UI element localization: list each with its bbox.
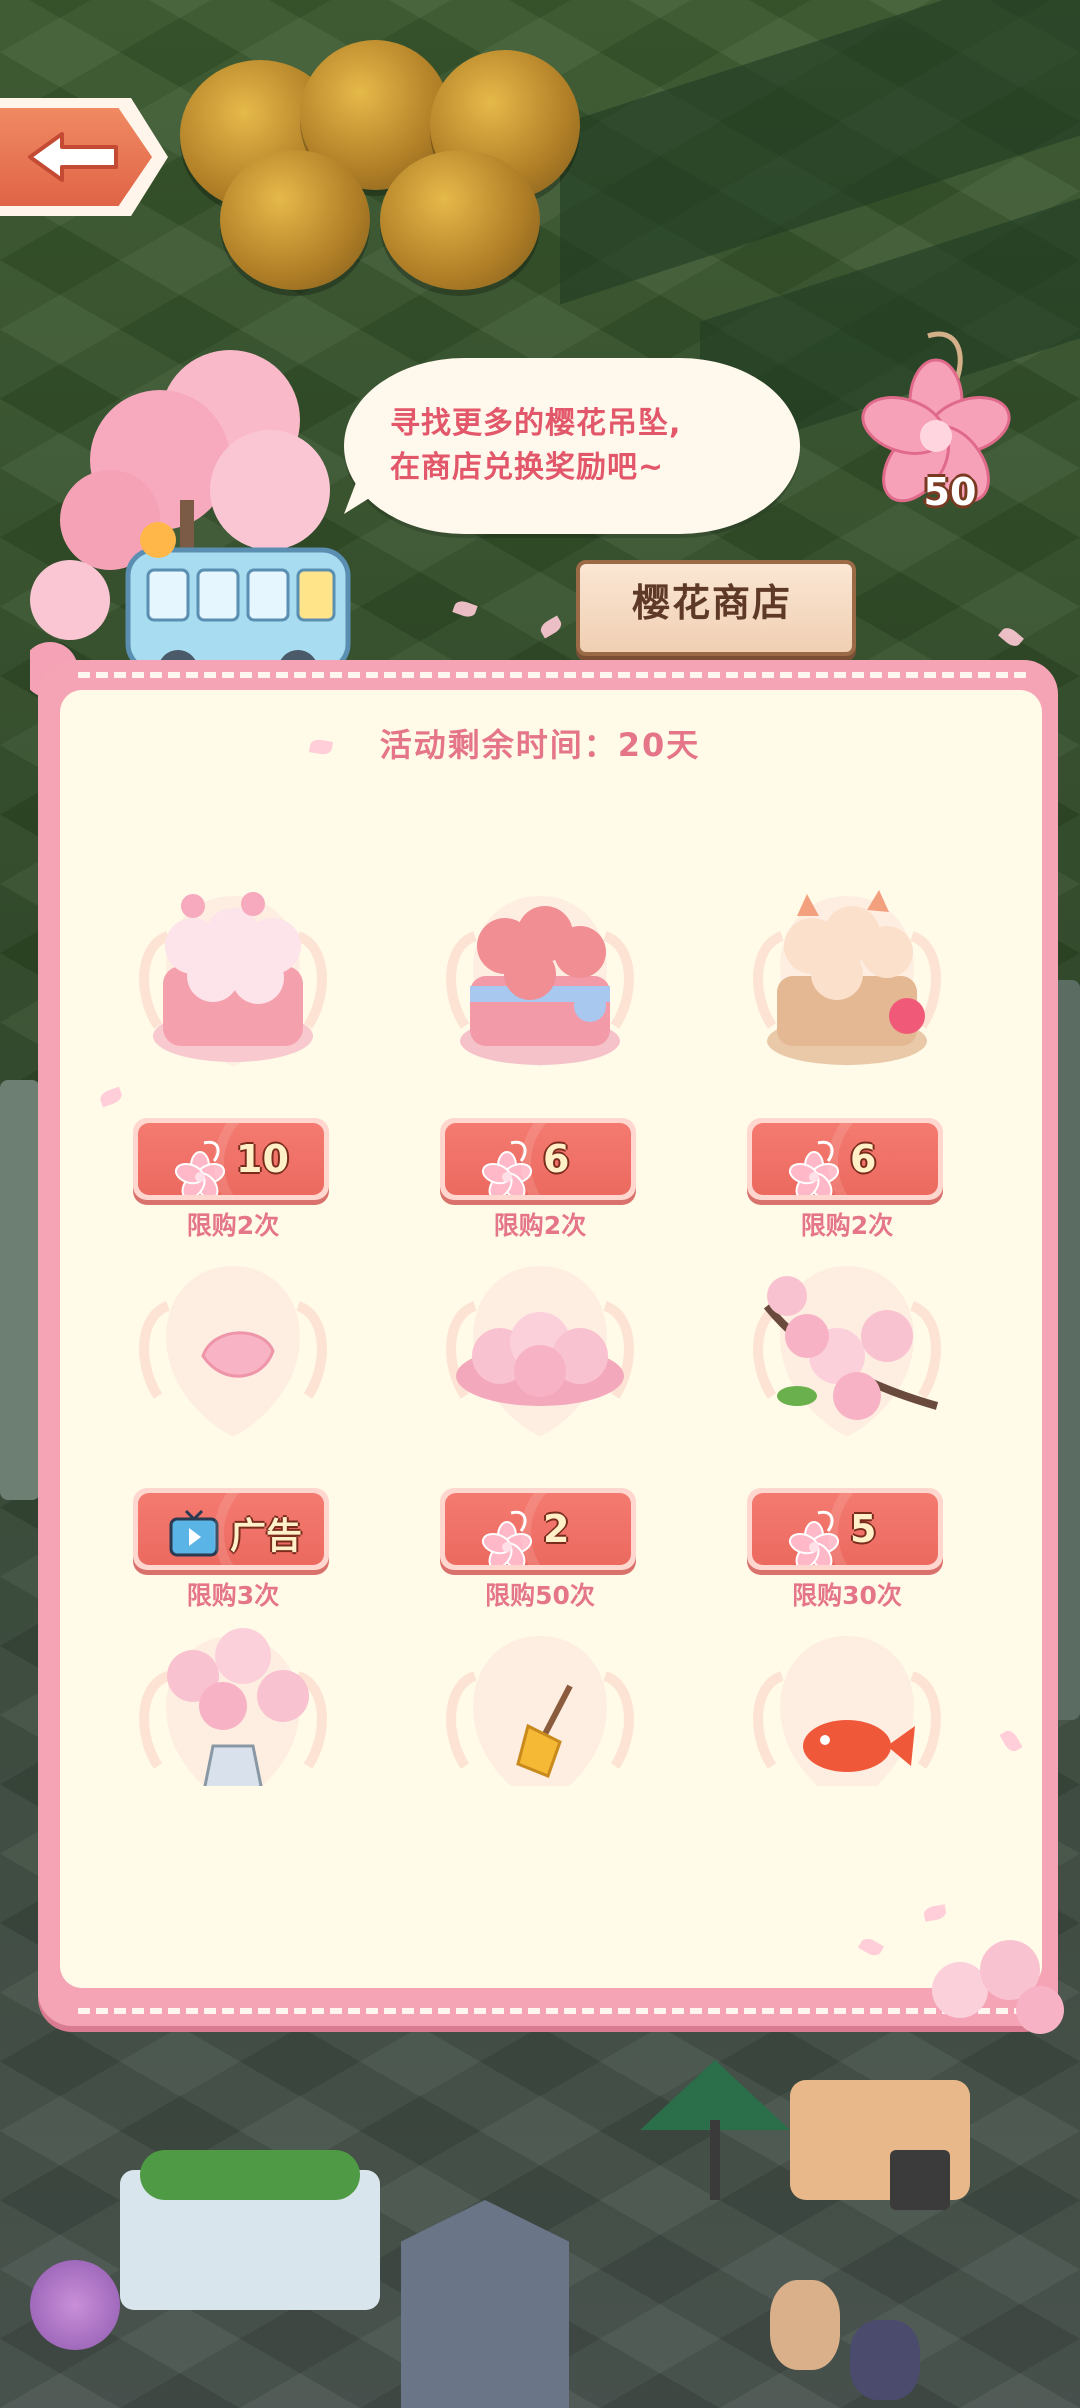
currency-count: 50 — [923, 470, 977, 514]
buy-button[interactable]: 5 — [747, 1488, 943, 1570]
buy-button[interactable]: 2 — [440, 1488, 636, 1570]
tv-icon — [169, 1509, 219, 1557]
panel-dash-bottom — [78, 2008, 1026, 2014]
watch-ad-button[interactable]: 广告 — [133, 1488, 329, 1570]
sakura-pendant-icon — [174, 1140, 229, 1195]
shop-item-broom[interactable] — [425, 1616, 655, 1786]
purchase-limit: 限购2次 — [493, 1211, 587, 1240]
item-price: 5 — [850, 1507, 877, 1551]
item-price: 6 — [543, 1137, 570, 1181]
shop-item-red-fish[interactable] — [732, 1616, 962, 1786]
buy-button[interactable]: 6 — [747, 1118, 943, 1200]
shop-item-sakura-vase[interactable] — [118, 1616, 348, 1786]
back-arrow-icon — [28, 132, 118, 182]
sakura-pendant-icon — [788, 1510, 843, 1565]
sakura-petal-icon — [201, 1331, 275, 1378]
purchase-limit: 限购30次 — [792, 1581, 902, 1610]
panel-dash-top — [78, 672, 1026, 678]
ad-label: 广告 — [230, 1516, 303, 1557]
event-timer: 活动剩余时间：20天 — [379, 726, 701, 764]
speech-line-1: 寻找更多的樱花吊坠, — [390, 406, 682, 441]
pink-cat-basket-icon — [153, 892, 313, 1062]
speech-line-2: 在商店兑换奖励吧~ — [390, 450, 665, 485]
shop-title: 樱花商店 — [631, 581, 792, 625]
sakura-pendant-icon — [481, 1510, 536, 1565]
item-price: 2 — [543, 1507, 570, 1551]
purchase-limit: 限购50次 — [485, 1581, 595, 1610]
item-price: 6 — [850, 1137, 877, 1181]
sakura-pile-icon — [456, 1312, 624, 1406]
speech-bubble-text: 寻找更多的樱花吊坠, 在商店兑换奖励吧~ — [390, 402, 790, 490]
sakura-pendant-icon — [788, 1140, 843, 1195]
red-fish-icon — [803, 1720, 915, 1772]
shop-item-single-petal[interactable]: 广告 限购3次 — [118, 1246, 348, 1626]
broom-icon — [516, 1684, 573, 1778]
shop-item-sakura-branch[interactable]: 5 限购30次 — [732, 1246, 962, 1626]
shop-item-sakura-pile[interactable]: 2 限购50次 — [425, 1246, 655, 1626]
shop-item-wicker-fox-basket[interactable]: 6 限购2次 — [732, 876, 962, 1256]
item-price: 10 — [236, 1137, 289, 1181]
sakura-branch-icon — [763, 1276, 939, 1420]
buy-button[interactable]: 6 — [440, 1118, 636, 1200]
wicker-fox-basket-icon — [767, 890, 927, 1065]
blue-ribbon-fox-basket-icon — [460, 906, 620, 1065]
purchase-limit: 限购2次 — [800, 1211, 894, 1240]
sakura-vase-icon — [167, 1628, 309, 1786]
sakura-pendant-icon — [481, 1140, 536, 1195]
purchase-limit: 限购3次 — [186, 1581, 280, 1610]
sakura-corner-decoration — [932, 1940, 1064, 2034]
shop-item-pink-cat-basket[interactable]: 10 限购2次 — [118, 876, 348, 1256]
shop-item-blue-ribbon-fox-basket[interactable]: 6 限购2次 — [425, 876, 655, 1256]
buy-button[interactable]: 10 — [133, 1118, 329, 1200]
purchase-limit: 限购2次 — [186, 1211, 280, 1240]
